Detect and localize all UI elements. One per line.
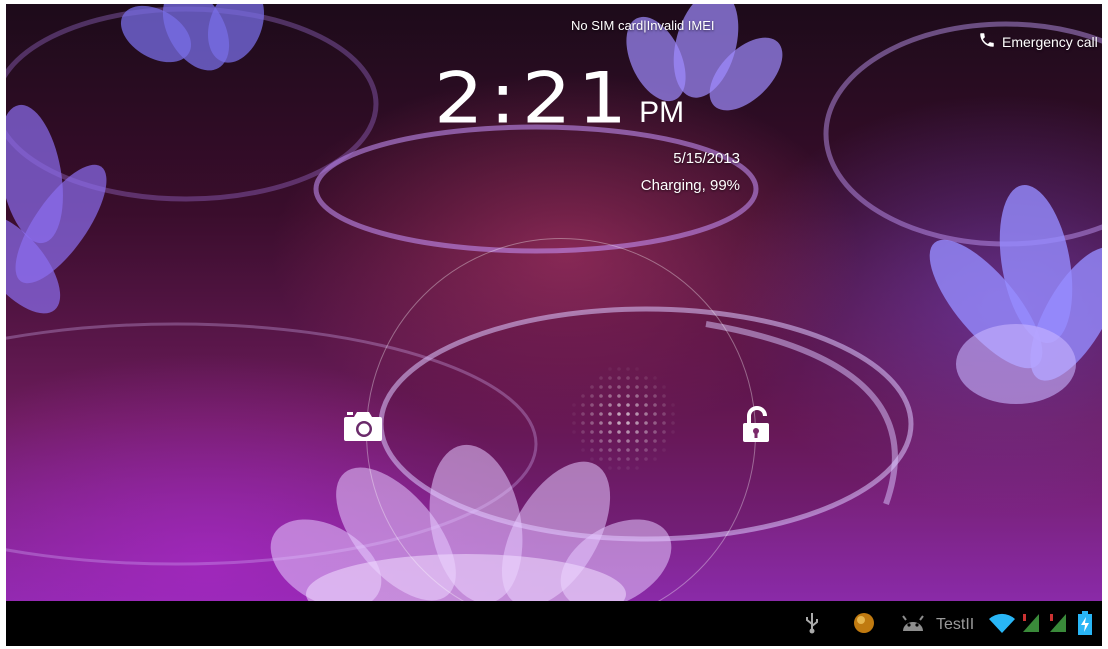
camera-icon (342, 412, 384, 447)
emergency-call-label: Emergency call (1002, 33, 1098, 50)
lock-clock: 2:21 PM (434, 56, 684, 134)
glow-pad-ring (366, 238, 756, 628)
charging-status: Charging, 99% (640, 177, 740, 194)
unlock-target[interactable] (740, 406, 774, 444)
clock-ampm: PM (639, 96, 685, 129)
unlock-icon (740, 406, 774, 448)
android-debug-icon[interactable] (900, 611, 926, 635)
dotted-handle-icon (572, 367, 675, 470)
battery-charging-icon (1078, 611, 1092, 635)
clock-time: 2:21 (434, 58, 634, 140)
tablet-screen: No SIM card|Invalid IMEI Emergency call … (6, 4, 1102, 646)
signal-icon (1048, 611, 1068, 635)
system-status-bar: TestII (6, 601, 1102, 646)
sim-status-text: No SIM card|Invalid IMEI (571, 18, 715, 33)
lock-date: 5/15/2013 (673, 150, 740, 167)
signal-icon (1021, 611, 1041, 635)
carrier-label: TestII (936, 616, 975, 633)
wifi-icon (988, 611, 1016, 635)
notification-dot-icon[interactable] (852, 611, 876, 635)
camera-target[interactable] (342, 409, 384, 443)
glow-pad-handle[interactable] (569, 364, 679, 474)
usb-icon (804, 611, 820, 635)
emergency-call-button[interactable]: Emergency call (978, 31, 1098, 52)
phone-icon (978, 31, 996, 52)
